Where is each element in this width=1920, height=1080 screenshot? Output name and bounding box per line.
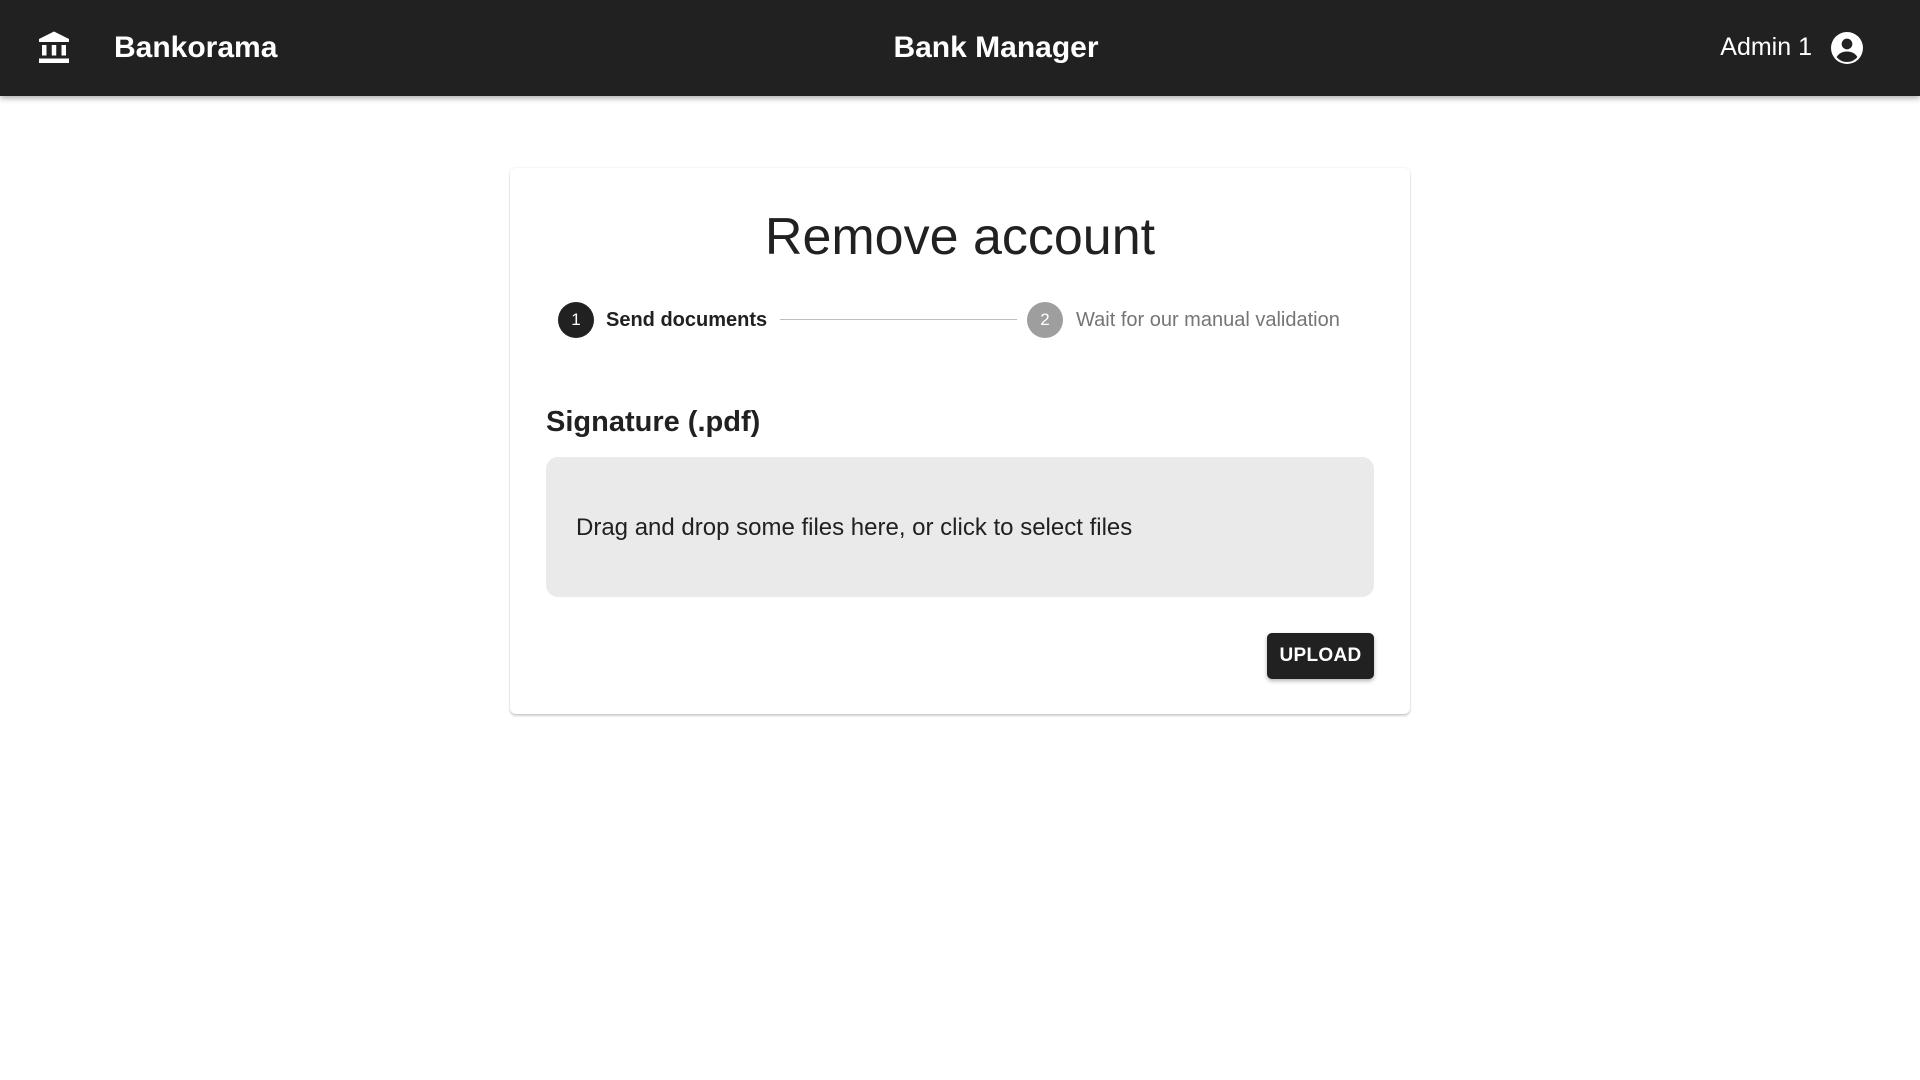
page-title: Remove account xyxy=(764,208,1156,266)
dropzone-text: Drag and drop some files here, or click … xyxy=(576,514,1133,541)
app-title: Bank Manager xyxy=(893,31,1099,64)
upload-button[interactable]: UPLOAD xyxy=(1267,633,1374,679)
remove-account-card: Remove account 1 Send documents 2 Wait f… xyxy=(510,168,1410,714)
step-2-indicator: 2 xyxy=(1027,302,1063,338)
step-2-label: Wait for our manual validation xyxy=(1076,309,1340,331)
step-connector xyxy=(780,319,1017,320)
file-dropzone[interactable]: Drag and drop some files here, or click … xyxy=(546,457,1374,597)
signature-section-title: Signature (.pdf) xyxy=(546,406,761,438)
step-1-indicator: 1 xyxy=(558,302,594,338)
app-bar: Bankorama Bank Manager Admin 1 xyxy=(0,0,1920,96)
brand-name[interactable]: Bankorama xyxy=(114,28,277,68)
step-1-label: Send documents xyxy=(606,309,768,331)
bank-icon[interactable] xyxy=(36,30,72,66)
user-name: Admin 1 xyxy=(1720,33,1812,61)
account-circle-icon[interactable] xyxy=(1831,32,1863,64)
